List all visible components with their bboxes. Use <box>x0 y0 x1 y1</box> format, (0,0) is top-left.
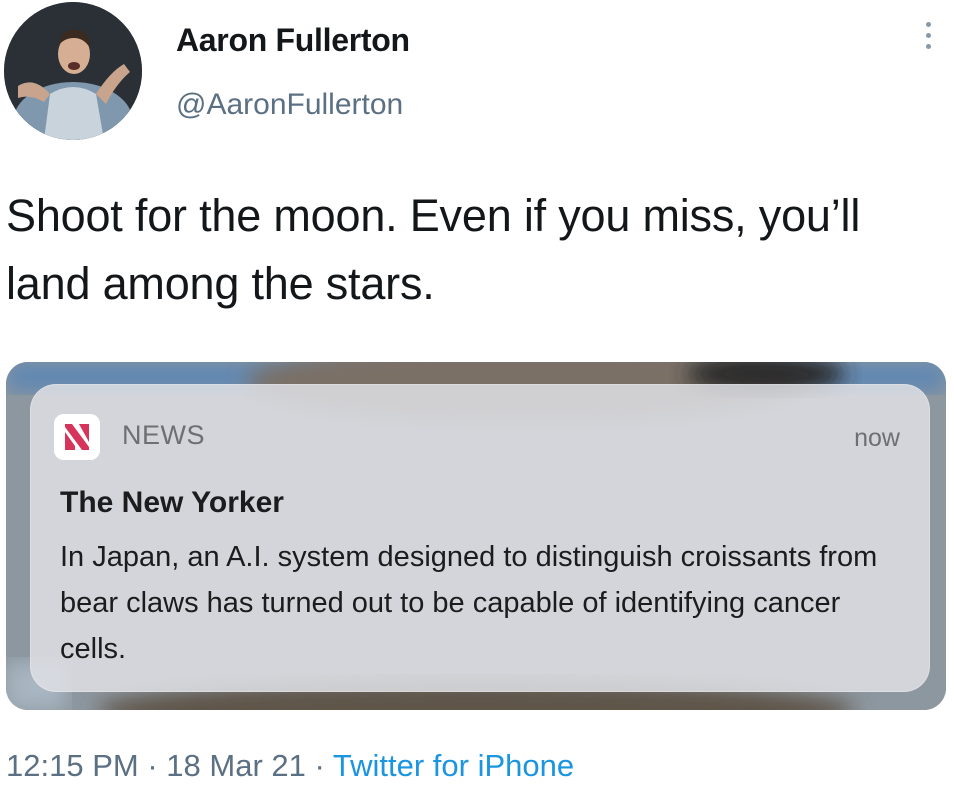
avatar[interactable] <box>4 2 142 140</box>
tweet-date[interactable]: 18 Mar 21 <box>166 748 306 783</box>
news-notification[interactable]: NEWS now The New Yorker In Japan, an A.I… <box>30 384 930 692</box>
notification-app-name: NEWS <box>122 420 205 450</box>
person-photo-avatar <box>4 2 142 140</box>
tweet-text: Shoot for the moon. Even if you miss, yo… <box>6 190 861 309</box>
notification-title: The New Yorker <box>60 486 284 519</box>
tweet-source-link[interactable]: Twitter for iPhone <box>333 748 574 783</box>
tweet-time[interactable]: 12:15 PM <box>6 748 139 783</box>
tweet-media-image[interactable]: NEWS now The New Yorker In Japan, an A.I… <box>6 362 946 710</box>
user-handle[interactable]: @AaronFullerton <box>176 88 403 122</box>
tweet-meta: 12:15 PM · 18 Mar 21 · Twitter for iPhon… <box>6 748 574 784</box>
meta-separator: · <box>147 748 158 783</box>
meta-separator-2: · <box>314 748 325 783</box>
notification-body: In Japan, an A.I. system designed to dis… <box>60 541 878 665</box>
apple-news-icon <box>54 414 100 460</box>
more-vertical-icon[interactable] <box>920 22 936 62</box>
display-name[interactable]: Aaron Fullerton <box>176 22 410 59</box>
notification-time: now <box>854 424 900 452</box>
